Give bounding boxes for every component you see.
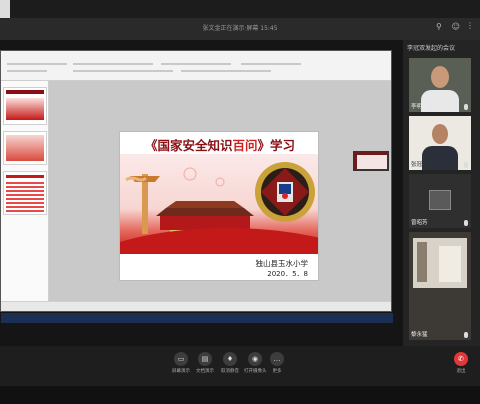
pin-icon[interactable]: ⚲ <box>436 22 444 32</box>
corner-block <box>0 0 10 18</box>
camera-label: 打开摄像头 <box>244 369 267 374</box>
presenter-preview <box>353 151 389 171</box>
screen-share-label: 屏幕演示 <box>172 369 190 374</box>
mic-icon <box>464 104 468 110</box>
menu-icon[interactable]: ⋮ <box>466 21 474 30</box>
slide-school-name: 独山县玉水小学 <box>255 259 309 268</box>
thumbnail-1[interactable] <box>3 87 47 125</box>
document-share-button[interactable]: ▤ 文档演示 <box>194 352 216 374</box>
participant-tile[interactable]: 曾昭芳 <box>409 174 471 228</box>
hangup-icon: ✆ <box>454 352 468 366</box>
document-share-label: 文档演示 <box>196 369 214 374</box>
microphone-icon: ♦ <box>223 352 237 366</box>
bottom-edge <box>0 386 480 404</box>
slide-date: 2020．5．8 <box>267 270 308 278</box>
mic-icon <box>464 220 468 226</box>
slide-thumbnails <box>1 81 49 301</box>
slide-title: 《国家安全知识百问》学习 <box>120 135 318 154</box>
camera-icon: ◉ <box>248 352 262 366</box>
participant-tile[interactable]: 李明元 <box>409 58 471 112</box>
ribbon <box>1 51 391 81</box>
screen-share-icon: ▭ <box>174 352 188 366</box>
participant-name: 黎永猛 <box>411 332 428 338</box>
participants-panel: 李冠双发起的会议 李明元 张冠双 曾昭芳 黎永猛 <box>403 40 480 346</box>
mic-icon <box>464 332 468 338</box>
title-part-2: 》学习 <box>257 138 296 153</box>
title-highlight: 百问 <box>232 138 258 153</box>
panel-title: 李冠双发起的会议 <box>407 45 456 52</box>
current-slide: 《国家安全知识百问》学习 独山县玉水小学 2020．5．8 <box>119 131 319 281</box>
document-icon: ▤ <box>198 352 212 366</box>
unmute-button[interactable]: ♦ 取消静音 <box>219 352 241 374</box>
more-button[interactable]: … 更多 <box>266 352 288 374</box>
meeting-window: 张文金正在演示·屏幕 15:45 ⚲ ☺ ⋮ 《国家安全知识百问》学习 独山县玉… <box>0 0 480 404</box>
thumbnail-2[interactable] <box>3 131 47 165</box>
camera-button[interactable]: ◉ 打开摄像头 <box>244 352 267 374</box>
more-icon: … <box>270 352 284 366</box>
participants-icon[interactable]: ☺ <box>452 22 460 31</box>
exit-label: 退出 <box>456 369 466 374</box>
exit-meeting-button[interactable]: ✆ 退出 <box>450 352 472 374</box>
participant-tile[interactable]: 黎永猛 <box>409 232 471 340</box>
window-title: 张文金正在演示·屏幕 15:45 <box>202 25 278 32</box>
title-part-1: 《国家安全知识 <box>144 138 233 153</box>
unmute-label: 取消静音 <box>221 369 239 374</box>
tiananmen-illustration <box>120 162 318 254</box>
windows-taskbar <box>1 313 393 323</box>
slide-banner-image <box>120 154 318 254</box>
title-bar: 张文金正在演示·屏幕 15:45 ⚲ ☺ ⋮ <box>0 18 480 40</box>
status-bar <box>1 301 391 311</box>
more-label: 更多 <box>272 369 282 374</box>
participant-name: 张冠双 <box>411 162 428 168</box>
participant-name: 李明元 <box>411 104 428 110</box>
screen-share-button[interactable]: ▭ 屏幕演示 <box>170 352 192 374</box>
participant-name: 曾昭芳 <box>411 220 428 226</box>
thumbnail-3[interactable] <box>3 171 47 215</box>
meeting-control-bar: ▭ 屏幕演示 ▤ 文档演示 ♦ 取消静音 ◉ 打开摄像头 … 更多 ✆ 退出 <box>0 346 480 386</box>
participant-tile[interactable]: 张冠双 <box>409 116 471 170</box>
mic-icon <box>464 162 468 168</box>
